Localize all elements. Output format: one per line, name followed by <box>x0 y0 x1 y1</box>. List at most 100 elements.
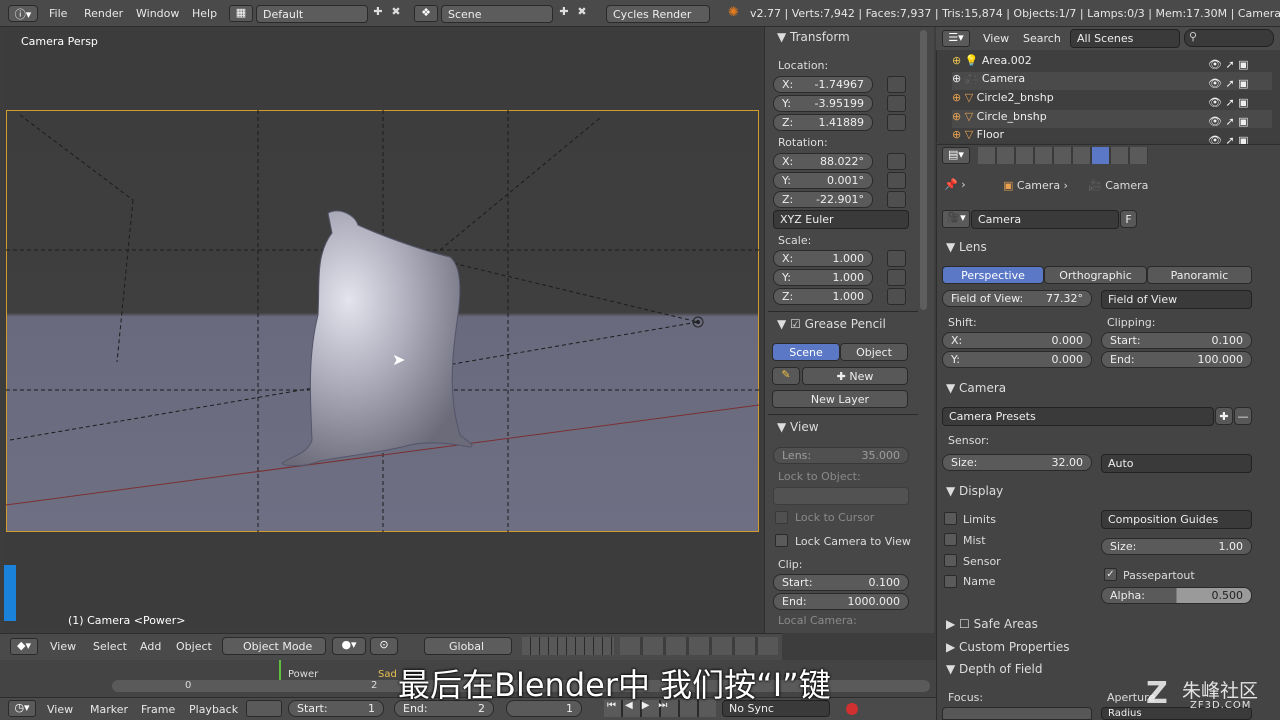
camera-presets-select[interactable]: Camera Presets <box>942 407 1214 426</box>
sensor-size-field[interactable]: Size: 32.00 <box>942 454 1092 471</box>
custom-properties-header[interactable]: ▶ Custom Properties <box>946 640 1069 654</box>
preview-range-icons[interactable] <box>246 700 282 717</box>
view-panel-header[interactable]: ▼ View <box>777 420 819 434</box>
composition-guides-select[interactable]: Composition Guides <box>1101 510 1252 529</box>
pencil-icon[interactable]: ✎ <box>772 367 800 385</box>
sensor-checkbox[interactable] <box>944 554 957 567</box>
remove-preset-button[interactable]: — <box>1234 407 1252 425</box>
datablock-icon[interactable]: 🎥▾ <box>942 210 970 228</box>
field-of-view-field[interactable]: Field of View: 77.32° <box>942 290 1092 307</box>
passepartout-checkbox[interactable]: ✓ <box>1104 568 1117 581</box>
lock-cursor-checkbox[interactable] <box>775 511 788 524</box>
display-size-field[interactable]: Size: 1.00 <box>1101 538 1252 555</box>
datablock-name-field[interactable]: Camera <box>971 210 1119 229</box>
location-y-field[interactable]: Y: -3.95199 <box>773 95 873 112</box>
lens-unit-select[interactable]: Field of View <box>1101 290 1252 309</box>
focus-object-field[interactable] <box>942 707 1092 720</box>
vp-menu-add[interactable]: Add <box>140 640 161 653</box>
sensor-label: Sensor: <box>948 434 990 447</box>
marker-sad[interactable]: Sad <box>378 669 397 680</box>
new-layer-button[interactable]: New Layer <box>772 390 908 408</box>
alpha-slider[interactable]: Alpha: 0.500 <box>1101 587 1252 604</box>
display-mode-select[interactable]: All Scenes <box>1070 29 1180 48</box>
start-frame-field[interactable]: Start: 1 <box>288 700 384 717</box>
lens-panel-header[interactable]: ▼ Lens <box>946 240 987 254</box>
dof-header[interactable]: ▼ Depth of Field <box>946 662 1043 676</box>
location-z-field[interactable]: Z: 1.41889 <box>773 114 873 131</box>
outliner-menu-search[interactable]: Search <box>1023 32 1061 45</box>
rotation-x-field[interactable]: X: 88.022° <box>773 153 873 170</box>
tl-menu-view[interactable]: View <box>47 703 73 716</box>
shelf-scrollbar[interactable] <box>920 30 927 310</box>
clip-end-field[interactable]: End: 100.000 <box>1101 351 1252 368</box>
fake-user-button[interactable]: F <box>1120 210 1137 228</box>
lock-object-field[interactable] <box>773 487 909 505</box>
outliner-editor-icon[interactable]: ☰▾ <box>942 30 970 47</box>
layer-buttons[interactable] <box>522 637 614 655</box>
lock-loc-y-icon[interactable] <box>887 95 906 112</box>
outliner-menu-view[interactable]: View <box>983 32 1009 45</box>
view-clip-start-field[interactable]: Start: 0.100 <box>773 574 909 591</box>
tab-orthographic[interactable]: Orthographic <box>1044 266 1147 284</box>
pillow-object[interactable] <box>270 205 490 475</box>
location-x-field[interactable]: X: -1.74967 <box>773 76 873 93</box>
tab-panoramic[interactable]: Panoramic <box>1147 266 1252 284</box>
lock-rot-z-icon[interactable] <box>887 191 906 208</box>
lens-field[interactable]: Lens: 35.000 <box>773 447 909 464</box>
add-preset-button[interactable]: ✚ <box>1215 407 1233 425</box>
vp-menu-view[interactable]: View <box>50 640 76 653</box>
rotation-mode-select[interactable]: XYZ Euler <box>773 210 909 229</box>
scale-x-field[interactable]: X: 1.000 <box>773 250 873 267</box>
tl-menu-playback[interactable]: Playback <box>189 703 238 716</box>
shift-y-field[interactable]: Y: 0.000 <box>942 351 1092 368</box>
tl-menu-marker[interactable]: Marker <box>90 703 128 716</box>
grease-pencil-header[interactable]: ▼ ☑ Grease Pencil <box>777 317 886 331</box>
lock-loc-z-icon[interactable] <box>887 114 906 131</box>
view-clip-end-field[interactable]: End: 1000.000 <box>773 593 909 610</box>
vp-menu-object[interactable]: Object <box>176 640 212 653</box>
orientation-select[interactable]: Global <box>424 637 512 655</box>
sensor-fit-select[interactable]: Auto <box>1101 454 1252 473</box>
current-frame-line[interactable] <box>279 660 281 680</box>
marker-power[interactable]: Power <box>288 669 318 680</box>
lock-rot-y-icon[interactable] <box>887 172 906 189</box>
limits-checkbox[interactable] <box>944 512 957 525</box>
editor-type-icon[interactable]: ◆▾ <box>10 638 38 655</box>
object-mode-select[interactable]: Object Mode <box>222 637 326 655</box>
pivot-select[interactable]: ⊙ <box>370 637 398 655</box>
tl-menu-frame[interactable]: Frame <box>141 703 175 716</box>
scale-z-field[interactable]: Z: 1.000 <box>773 288 873 305</box>
shift-x-field[interactable]: X: 0.000 <box>942 332 1092 349</box>
name-checkbox[interactable] <box>944 575 957 588</box>
rotation-z-field[interactable]: Z: -22.901° <box>773 191 873 208</box>
vp-menu-select[interactable]: Select <box>93 640 127 653</box>
props-context-tabs[interactable] <box>978 147 1148 164</box>
props-tab-camera-active[interactable] <box>1092 147 1109 164</box>
display-panel-header[interactable]: ▼ Display <box>946 484 1003 498</box>
clip-start-field[interactable]: Start: 0.100 <box>1101 332 1252 349</box>
lock-scale-y-icon[interactable] <box>887 269 906 286</box>
scale-y-field[interactable]: Y: 1.000 <box>773 269 873 286</box>
lock-rot-x-icon[interactable] <box>887 153 906 170</box>
lock-scale-z-icon[interactable] <box>887 288 906 305</box>
lock-loc-x-icon[interactable] <box>887 76 906 93</box>
camera-panel-header[interactable]: ▼ Camera <box>946 381 1006 395</box>
pin-icon[interactable]: 📌 › <box>944 178 966 191</box>
visibility-eye-icons[interactable]: 👁 ➚ ▣ 👁 ➚ ▣ 👁 ➚ ▣ 👁 ➚ ▣ 👁 ➚ ▣ <box>1208 55 1258 147</box>
record-icon[interactable] <box>846 703 858 715</box>
outliner-search-input[interactable]: ⚲ <box>1184 29 1274 47</box>
grease-tab-object[interactable]: Object <box>840 343 908 361</box>
grease-new-button[interactable]: ✚ New <box>802 367 908 385</box>
grease-tab-scene[interactable]: Scene <box>772 343 840 361</box>
props-editor-icon[interactable]: ▤▾ <box>942 147 970 164</box>
shading-select[interactable]: ●▾ <box>332 637 366 655</box>
transform-panel-header[interactable]: ▼ Transform <box>777 30 850 44</box>
safe-areas-header[interactable]: ▶ ☐ Safe Areas <box>946 617 1038 631</box>
lock-camera-checkbox[interactable] <box>775 534 788 547</box>
rotation-y-field[interactable]: Y: 0.001° <box>773 172 873 189</box>
render-preview-icons[interactable] <box>620 637 778 655</box>
tab-perspective[interactable]: Perspective <box>942 266 1044 284</box>
timeline-editor-icon[interactable]: ◷▾ <box>8 700 36 717</box>
mist-checkbox[interactable] <box>944 533 957 546</box>
lock-scale-x-icon[interactable] <box>887 250 906 267</box>
